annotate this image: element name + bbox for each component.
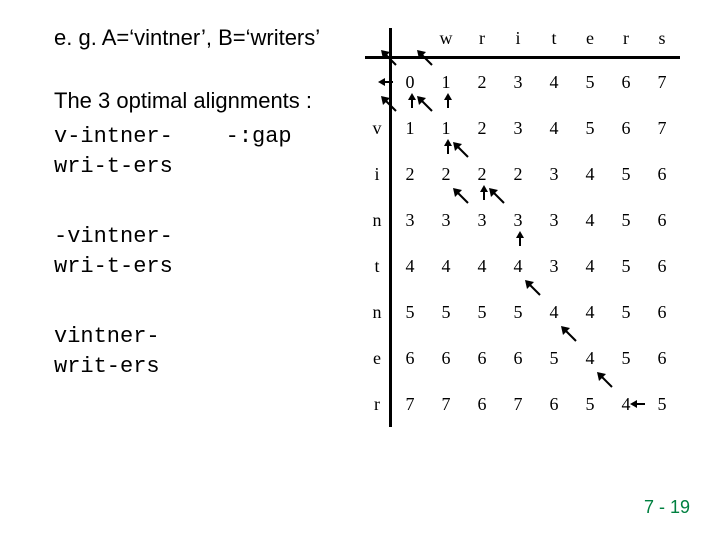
dp-cell: 6 xyxy=(644,243,680,289)
dp-cell: 5 xyxy=(572,58,608,106)
dp-cell: 4 xyxy=(428,243,464,289)
dp-cell: 6 xyxy=(391,335,429,381)
col-header: i xyxy=(500,28,536,58)
dp-cell: 7 xyxy=(391,381,429,427)
dp-cell: 5 xyxy=(644,381,680,427)
dp-cell: 5 xyxy=(428,289,464,335)
dp-cell: 3 xyxy=(500,105,536,151)
dp-cell: 6 xyxy=(644,335,680,381)
dp-cell: 4 xyxy=(500,243,536,289)
row-header: t xyxy=(365,243,391,289)
alignments-block: The 3 optimal alignments : v-intner- -:g… xyxy=(54,86,354,182)
dp-cell: 7 xyxy=(644,58,680,106)
dp-cell: 6 xyxy=(428,335,464,381)
dp-cell: 4 xyxy=(572,335,608,381)
alignment-2b: wri-t-ers xyxy=(54,252,354,282)
row-header: i xyxy=(365,151,391,197)
alignment-1a: v-intner- -:gap xyxy=(54,122,354,152)
alignment-3b: writ-ers xyxy=(54,352,354,382)
alignments-intro: The 3 optimal alignments : xyxy=(54,86,354,116)
dp-cell: 5 xyxy=(572,381,608,427)
dp-cell: 3 xyxy=(500,197,536,243)
dp-cell: 5 xyxy=(500,289,536,335)
row-header: v xyxy=(365,105,391,151)
dp-table-figure: writers01234567v11234567i22223456n333334… xyxy=(365,28,680,427)
dp-cell: 4 xyxy=(608,381,644,427)
dp-cell: 0 xyxy=(391,58,429,106)
dp-cell: 2 xyxy=(464,58,500,106)
dp-cell: 4 xyxy=(536,105,572,151)
alignment-3a: vintner- xyxy=(54,322,354,352)
row-header: n xyxy=(365,197,391,243)
dp-cell: 7 xyxy=(500,381,536,427)
dp-cell: 3 xyxy=(464,197,500,243)
dp-cell: 1 xyxy=(391,105,429,151)
dp-cell: 6 xyxy=(608,58,644,106)
dp-cell: 5 xyxy=(608,335,644,381)
col-header: t xyxy=(536,28,572,58)
page-number: 7 - 19 xyxy=(644,497,690,518)
alignment-2: -vintner- wri-t-ers xyxy=(54,222,354,282)
dp-cell: 2 xyxy=(464,151,500,197)
dp-cell: 7 xyxy=(644,105,680,151)
alignment-1b: wri-t-ers xyxy=(54,152,354,182)
dp-cell: 6 xyxy=(464,381,500,427)
dp-cell: 5 xyxy=(572,105,608,151)
dp-cell: 3 xyxy=(428,197,464,243)
dp-cell: 4 xyxy=(572,197,608,243)
dp-cell: 4 xyxy=(572,243,608,289)
dp-cell: 6 xyxy=(500,335,536,381)
alignment-3: vintner- writ-ers xyxy=(54,322,354,382)
heading: e. g. A=‘vintner’, B=‘writers’ xyxy=(54,24,354,52)
dp-cell: 6 xyxy=(536,381,572,427)
dp-cell: 5 xyxy=(608,151,644,197)
dp-cell: 5 xyxy=(608,289,644,335)
dp-cell: 4 xyxy=(572,151,608,197)
dp-cell: 4 xyxy=(391,243,429,289)
dp-cell: 3 xyxy=(536,197,572,243)
col-header: r xyxy=(464,28,500,58)
col-header: s xyxy=(644,28,680,58)
row-header xyxy=(365,58,391,106)
col-header xyxy=(391,28,429,58)
dp-cell: 6 xyxy=(608,105,644,151)
alignment-2a: -vintner- xyxy=(54,222,354,252)
dp-cell: 1 xyxy=(428,58,464,106)
dp-cell: 2 xyxy=(464,105,500,151)
dp-cell: 4 xyxy=(536,289,572,335)
dp-cell: 4 xyxy=(572,289,608,335)
dp-cell: 6 xyxy=(644,289,680,335)
dp-cell: 4 xyxy=(464,243,500,289)
dp-cell: 5 xyxy=(391,289,429,335)
dp-cell: 7 xyxy=(428,381,464,427)
dp-cell: 4 xyxy=(536,58,572,106)
row-header: n xyxy=(365,289,391,335)
dp-cell: 2 xyxy=(391,151,429,197)
dp-cell: 5 xyxy=(464,289,500,335)
dp-cell: 3 xyxy=(500,58,536,106)
dp-cell: 3 xyxy=(391,197,429,243)
dp-cell: 6 xyxy=(644,151,680,197)
col-header: w xyxy=(428,28,464,58)
col-header: e xyxy=(572,28,608,58)
dp-cell: 3 xyxy=(536,151,572,197)
dp-cell: 2 xyxy=(500,151,536,197)
dp-cell: 5 xyxy=(536,335,572,381)
dp-cell: 5 xyxy=(608,243,644,289)
row-header: r xyxy=(365,381,391,427)
dp-cell: 2 xyxy=(428,151,464,197)
dp-cell: 6 xyxy=(644,197,680,243)
row-header: e xyxy=(365,335,391,381)
dp-table: writers01234567v11234567i22223456n333334… xyxy=(365,28,680,427)
dp-cell: 3 xyxy=(536,243,572,289)
dp-cell: 5 xyxy=(608,197,644,243)
dp-cell: 1 xyxy=(428,105,464,151)
dp-cell: 6 xyxy=(464,335,500,381)
col-header: r xyxy=(608,28,644,58)
